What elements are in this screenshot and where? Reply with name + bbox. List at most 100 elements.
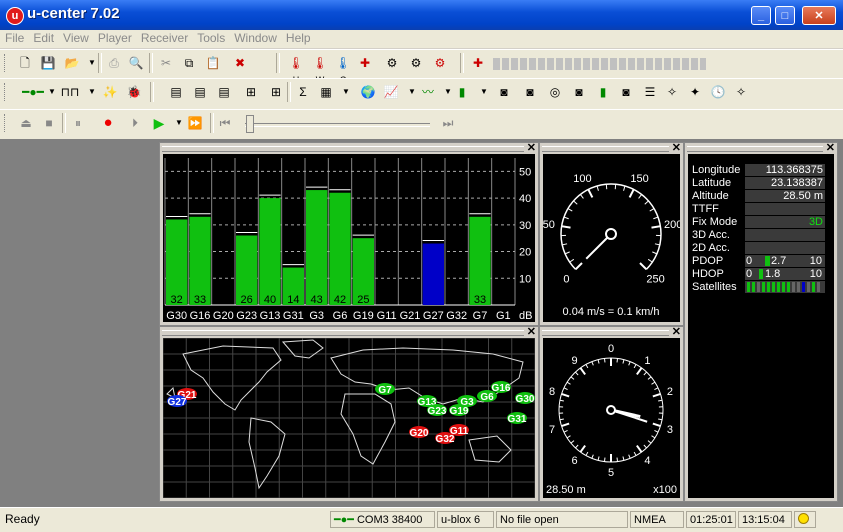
world-map-area: G21G27G7G16G13G6G3G23G19G31G30G20G11G32 <box>163 338 535 498</box>
gear-icon[interactable]: ⚙ <box>384 55 400 71</box>
menu-window[interactable]: Window <box>230 30 281 46</box>
close-icon[interactable]: ✕ <box>672 141 681 154</box>
list-view-icon[interactable]: ☰ <box>642 84 658 100</box>
cut-icon[interactable]: ✂ <box>158 55 174 71</box>
record-icon[interactable]: ● <box>100 115 116 131</box>
print-icon[interactable]: ⎙ <box>106 55 122 71</box>
window-grip[interactable] <box>542 330 669 336</box>
packet-console-icon[interactable]: ▤ <box>192 84 208 100</box>
line-chart-icon[interactable]: 〰 <box>420 84 436 100</box>
close-icon[interactable]: ✕ <box>672 325 681 338</box>
table-view-icon[interactable]: ▦ <box>318 84 334 100</box>
window-grip[interactable] <box>542 146 669 152</box>
open-folder-icon[interactable]: 📂 <box>64 55 80 71</box>
chevron-down-icon[interactable]: ▼ <box>171 115 187 131</box>
pdop-fill <box>765 256 770 266</box>
playback-slider-thumb[interactable] <box>246 115 254 133</box>
warm-start-icon[interactable]: 🌡W <box>310 55 330 71</box>
satellite-icon[interactable]: ✦ <box>687 84 703 100</box>
config-view-icon[interactable]: ⊞ <box>268 84 284 100</box>
close-icon[interactable]: ✕ <box>826 141 835 154</box>
copy-icon[interactable]: ⧉ <box>181 55 197 71</box>
paste-icon[interactable]: 📋 <box>205 55 221 71</box>
toolbar-grip[interactable] <box>4 54 8 72</box>
clear-icon[interactable]: ✖ <box>232 55 248 71</box>
print-preview-icon[interactable]: 🔍 <box>128 55 144 71</box>
chevron-down-icon[interactable]: ▼ <box>84 84 100 100</box>
cold-start-icon[interactable]: 🌡C <box>333 55 353 71</box>
gauge-tick <box>651 226 660 227</box>
toolbar-grip[interactable] <box>4 114 8 132</box>
minimize-button[interactable]: _ <box>751 6 771 25</box>
skip-start-icon[interactable]: ⏮ <box>217 115 233 131</box>
skip-end-icon[interactable]: ⏭ <box>440 115 456 131</box>
binary-console-icon[interactable]: ▤ <box>216 84 232 100</box>
connection-icon[interactable]: ━●━ <box>22 84 44 100</box>
sky-view-icon[interactable]: ◙ <box>496 84 512 100</box>
status-clock: 13:15:04 <box>738 511 792 528</box>
gear-icon[interactable]: ⚙ <box>432 55 448 71</box>
menu-file[interactable]: File <box>1 30 28 46</box>
chevron-down-icon[interactable]: ▼ <box>44 84 60 100</box>
window-grip[interactable] <box>162 330 524 336</box>
deviation-map-icon[interactable]: ◙ <box>522 84 538 100</box>
debug-bug-icon[interactable]: 🐞 <box>126 84 142 100</box>
data-view-icon[interactable]: ◙ <box>571 84 587 100</box>
chevron-down-icon[interactable]: ▼ <box>404 84 420 100</box>
text-console-icon[interactable]: ▤ <box>168 84 184 100</box>
satellite-marker-label: G32 <box>436 434 455 445</box>
close-icon[interactable]: ✕ <box>527 325 536 338</box>
menu-help[interactable]: Help <box>282 30 315 46</box>
new-file-icon[interactable]: 🗋 <box>17 55 33 71</box>
close-button[interactable]: ✕ <box>802 6 836 25</box>
hot-start-icon[interactable]: 🌡H <box>286 55 306 71</box>
satellite-config-icon[interactable]: ✚ <box>470 55 486 71</box>
status-port[interactable]: ━●━ COM3 38400 <box>330 511 435 528</box>
close-icon[interactable]: ✕ <box>527 141 536 154</box>
step-forward-icon[interactable]: ⏵ <box>127 115 143 131</box>
sky-plot-icon[interactable]: ✧ <box>664 84 680 100</box>
menu-tools[interactable]: Tools <box>193 30 229 46</box>
clock-icon[interactable]: 🕓 <box>710 84 726 100</box>
baudrate-icon[interactable]: ⊓⊓ <box>60 84 80 100</box>
chevron-down-icon[interactable]: ▼ <box>476 84 492 100</box>
menu-edit[interactable]: Edit <box>29 30 58 46</box>
menu-receiver[interactable]: Receiver <box>137 30 192 46</box>
messages-view-icon[interactable]: ⊞ <box>243 84 259 100</box>
reset-icon[interactable]: ✚ <box>357 55 373 71</box>
dial-tick <box>580 446 585 452</box>
bar-value-label: 43 <box>311 294 323 306</box>
spectrum-icon[interactable]: ◙ <box>618 84 634 100</box>
fast-forward-icon[interactable]: ⏩ <box>187 115 203 131</box>
toolbar-grip[interactable] <box>4 83 8 101</box>
statistic-view-icon[interactable]: Σ <box>295 84 311 100</box>
gear-icon[interactable]: ⚙ <box>408 55 424 71</box>
window-grip[interactable] <box>687 146 823 152</box>
stop-icon[interactable]: ■ <box>41 115 57 131</box>
histogram-icon[interactable]: ▮ <box>454 84 470 100</box>
y-tick-label: 30 <box>519 220 531 232</box>
autobaud-wand-icon[interactable]: ✨ <box>102 84 118 100</box>
dial-tick <box>604 358 605 362</box>
play-icon[interactable]: ▶ <box>151 115 167 131</box>
gauge-tick-label: 200 <box>664 219 680 231</box>
save-icon[interactable]: 💾 <box>40 55 56 71</box>
map-view-icon[interactable]: 🌍 <box>360 84 376 100</box>
playback-slider-track[interactable] <box>245 123 430 127</box>
compass-icon[interactable]: ◎ <box>547 84 563 100</box>
menu-view[interactable]: View <box>59 30 93 46</box>
chevron-down-icon[interactable]: ▼ <box>338 84 354 100</box>
chart-view-icon[interactable]: 📈 <box>383 84 399 100</box>
satellite-id-label: G21 <box>400 310 421 322</box>
maximize-button[interactable]: □ <box>775 6 795 25</box>
eject-icon[interactable]: ⏏ <box>18 115 34 131</box>
speedometer-icon[interactable]: ✧ <box>733 84 749 100</box>
signal-bar <box>469 217 490 305</box>
window-grip[interactable] <box>162 146 524 152</box>
dial-tick <box>634 364 636 368</box>
pause-icon[interactable]: ⏸ <box>70 115 86 131</box>
signal-level-icon[interactable]: ▮ <box>595 84 611 100</box>
satellite-id-label: G32 <box>446 310 467 322</box>
menu-player[interactable]: Player <box>94 30 136 46</box>
gauge-tick <box>639 194 642 198</box>
